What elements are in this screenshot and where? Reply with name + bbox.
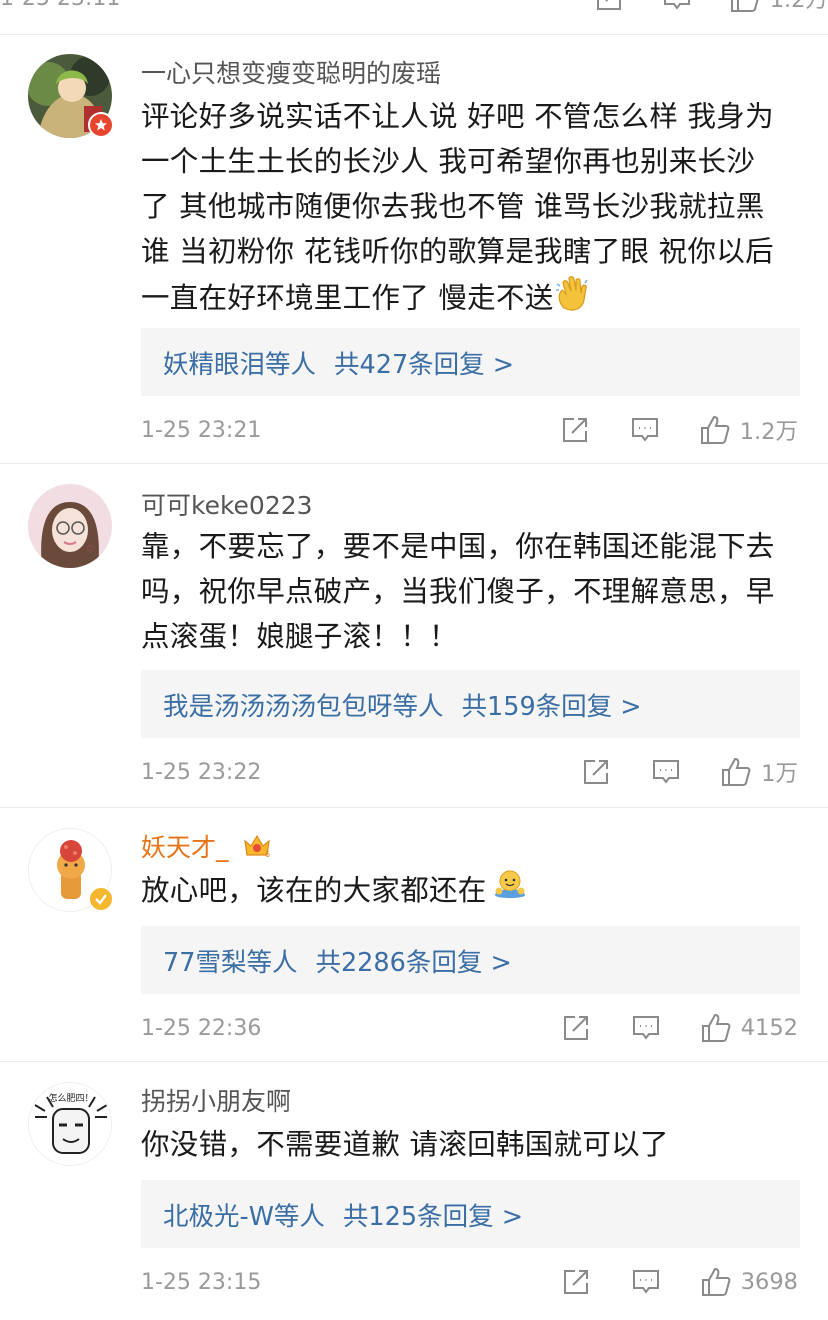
comment-text: 评论好多说实话不让人说 好吧 不管怎么样 我身为 一个土生土长的长沙人 我可希望… (141, 94, 794, 325)
reply-icon[interactable] (629, 1011, 663, 1045)
comment-meta: 1-25 22:36 4152 (141, 1008, 798, 1048)
comment-item: 妖天才_ 6 放心吧，该在的大家都还在 77雪梨等人 共2286条回复 > 1-2… (0, 808, 828, 1062)
like-icon[interactable] (698, 413, 732, 447)
comment-line: 放心吧，该在的大家都还在 (141, 874, 487, 907)
share-icon[interactable] (579, 755, 613, 789)
share-icon[interactable] (559, 1265, 593, 1299)
reply-icon[interactable] (660, 0, 694, 15)
comment-line: 一个土生土长的长沙人 我可希望你再也别来长沙 (141, 145, 756, 178)
like-count: 1.2万 (739, 419, 798, 445)
svg-text:♡: ♡ (86, 545, 94, 555)
comment-text: 靠，不要忘了，要不是中国，你在韩国还能混下去 吗，祝你早点破产，当我们傻子，不理… (141, 524, 794, 659)
like-count: 3698 (740, 1269, 798, 1295)
comment-meta: 1-25 23:22 1万 (141, 752, 798, 792)
reply-summary[interactable]: 妖精眼泪等人 共427条回复 > (141, 328, 800, 396)
svg-text:6: 6 (265, 850, 270, 859)
share-icon[interactable] (592, 0, 626, 15)
like-icon[interactable] (719, 755, 753, 789)
comment-time: 1-25 23:22 (141, 759, 262, 785)
comment-meta: 1-25 23:15 3698 (141, 1262, 798, 1302)
comment-line: 了 其他城市随便你去我也不管 谁骂长沙我就拉黑 (141, 190, 765, 223)
comment-item: 一心只想变瘦变聪明的废瑶 评论好多说实话不让人说 好吧 不管怎么样 我身为 一个… (0, 34, 828, 464)
comment-text: 放心吧，该在的大家都还在 (141, 868, 794, 916)
comment-line: 你没错，不需要道歉 请滚回韩国就可以了 (141, 1128, 669, 1161)
comment-actions: 4152 (559, 1011, 798, 1045)
reply-users: 77雪梨等人 (163, 947, 298, 978)
username[interactable]: 拐拐小朋友啊 (141, 1082, 291, 1118)
reply-summary[interactable]: 77雪梨等人 共2286条回复 > (141, 926, 800, 994)
comment-line: 一直在好环境里工作了 慢走不送 (141, 281, 554, 315)
comment-text: 你没错，不需要道歉 请滚回韩国就可以了 (141, 1122, 794, 1167)
reply-summary[interactable]: 我是汤汤汤汤包包呀等人 共159条回复 > (141, 670, 800, 738)
like-count: 4152 (740, 1015, 798, 1041)
verified-badge (88, 886, 114, 912)
hug-emoji-icon (491, 869, 529, 916)
reply-count: 共427条回复 > (334, 349, 515, 380)
comment-line: 点滚蛋！娘腿子滚！！！ (141, 620, 458, 653)
username[interactable]: 一心只想变瘦变聪明的废瑶 (141, 54, 441, 90)
comment-time: 1-25 23:21 (141, 417, 262, 443)
crown-icon: 6 (242, 833, 272, 865)
comment-item: ♡ 可可keke0223 靠，不要忘了，要不是中国，你在韩国还能混下去 吗，祝你… (0, 464, 828, 808)
comment-meta: 1-25 23:21 1.2万 (141, 410, 798, 450)
comment-actions: 1.2万 (592, 0, 828, 15)
avatar-caption: 怎么肥四！ (48, 1092, 93, 1104)
comment-line: 靠，不要忘了，要不是中国，你在韩国还能混下去 (141, 530, 775, 563)
like-icon[interactable] (728, 0, 762, 15)
reply-count: 共2286条回复 > (315, 947, 512, 978)
reply-count: 共125条回复 > (342, 1201, 524, 1232)
avatar[interactable]: 怎么肥四！ (28, 1082, 112, 1166)
comment-actions: 1万 (579, 755, 798, 789)
avatar[interactable]: ♡ (28, 484, 112, 568)
comment-time: 1-25 22:36 (141, 1015, 262, 1041)
comment-actions: 1.2万 (558, 413, 798, 447)
share-icon[interactable] (559, 1011, 593, 1045)
verified-badge (88, 112, 114, 138)
comment-meta: 1-25 23:11 1.2万 (0, 0, 828, 18)
reply-users: 北极光-W等人 (163, 1201, 325, 1232)
comment-time: 1-25 23:15 (141, 1269, 262, 1295)
previous-comment-meta-clip: 1-25 23:11 1.2万 (0, 0, 828, 35)
like-count: 1.2万 (769, 0, 828, 13)
reply-count: 共159条回复 > (461, 691, 642, 722)
reply-icon[interactable] (649, 755, 683, 789)
reply-summary[interactable]: 北极光-W等人 共125条回复 > (141, 1180, 800, 1248)
comment-line: 谁 当初粉你 花钱听你的歌算是我瞎了眼 祝你以后 (141, 235, 774, 268)
comment-line: 吗，祝你早点破产，当我们傻子，不理解意思，早 (141, 575, 775, 608)
like-icon[interactable] (699, 1265, 733, 1299)
like-count: 1万 (761, 761, 798, 787)
share-icon[interactable] (558, 413, 592, 447)
comment-actions: 3698 (559, 1265, 798, 1299)
comment-item: 怎么肥四！ 拐拐小朋友啊 你没错，不需要道歉 请滚回韩国就可以了 北极光-W等人… (0, 1062, 828, 1320)
comment-line: 评论好多说实话不让人说 好吧 不管怎么样 我身为 (141, 100, 774, 133)
like-icon[interactable] (699, 1011, 733, 1045)
username[interactable]: 妖天才_ 6 (141, 828, 272, 865)
comment-time: 1-25 23:11 (0, 0, 120, 11)
reply-users: 我是汤汤汤汤包包呀等人 (163, 691, 444, 722)
reply-users: 妖精眼泪等人 (163, 349, 317, 380)
username-text: 妖天才_ (141, 833, 229, 862)
username[interactable]: 可可keke0223 (141, 486, 313, 522)
reply-icon[interactable] (628, 413, 662, 447)
waving-hand-icon (554, 274, 592, 325)
reply-icon[interactable] (629, 1265, 663, 1299)
